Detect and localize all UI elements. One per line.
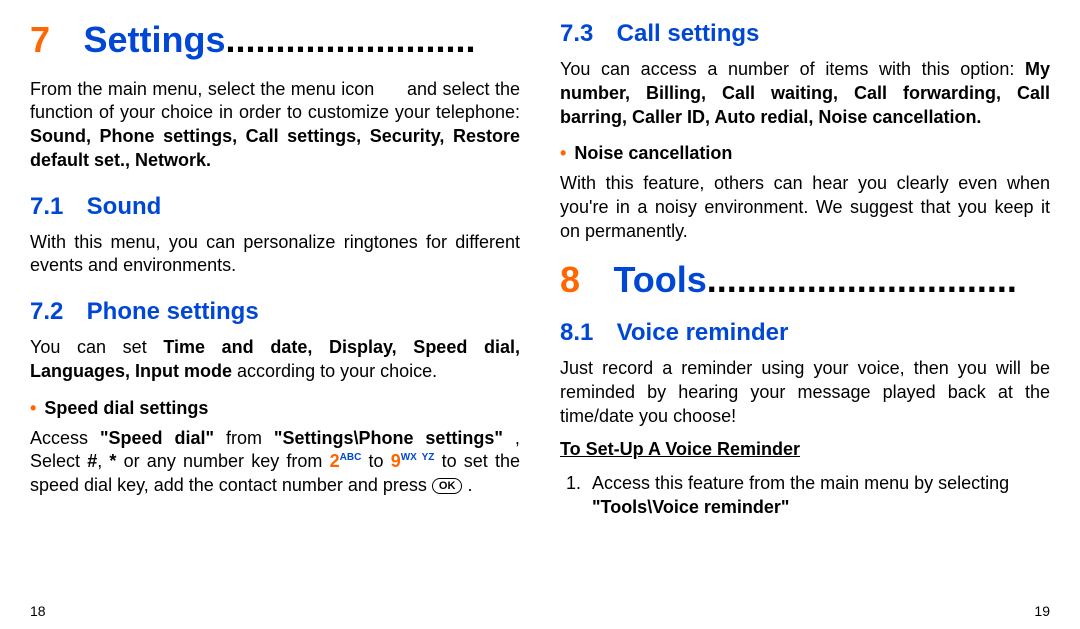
- text: or any number key from: [124, 451, 330, 471]
- ok-button-icon: OK: [432, 478, 463, 494]
- page-number-right: 19: [560, 593, 1050, 619]
- left-page: 7 Settings......................... From…: [30, 20, 520, 619]
- subsection-title: Noise cancellation: [574, 143, 732, 163]
- text-bold: Sound, Phone settings, Call settings, Se…: [30, 126, 520, 170]
- key-2-label: ABC: [340, 452, 362, 463]
- chapter-title-wrap: Tools...............................: [613, 260, 1050, 300]
- section-number: 8.1: [560, 319, 610, 347]
- setup-title: To Set-Up A Voice Reminder: [560, 439, 800, 459]
- section-7-2-heading: 7.2 Phone settings: [30, 298, 520, 326]
- menu-icon: ​: [380, 79, 402, 99]
- section-8-1-body: Just record a reminder using your voice,…: [560, 357, 1050, 428]
- text-bold: "Speed dial": [100, 428, 214, 448]
- chapter-7-intro: From the main menu, select the menu icon…: [30, 78, 520, 173]
- text: Access: [30, 428, 100, 448]
- subsection-speed-dial: • Speed dial settings: [30, 398, 520, 419]
- key-9-label: WX YZ: [401, 452, 435, 463]
- section-number: 7.3: [560, 20, 610, 48]
- chapter-dots: ...............................: [707, 259, 1017, 300]
- section-number: 7.1: [30, 193, 80, 221]
- section-7-2-body: You can set Time and date, Display, Spee…: [30, 336, 520, 384]
- section-7-3-heading: 7.3 Call settings: [560, 20, 1050, 48]
- chapter-number: 8: [560, 260, 613, 300]
- text-bold: "Settings\Phone settings": [274, 428, 503, 448]
- speed-dial-body: Access "Speed dial" from "Settings\Phone…: [30, 427, 520, 498]
- bullet-icon: •: [560, 143, 566, 163]
- text: to: [368, 451, 390, 471]
- text: according to your choice.: [237, 361, 437, 381]
- hash-key-icon: #: [87, 451, 97, 471]
- chapter-dots: .........................: [225, 19, 475, 60]
- chapter-7-heading: 7 Settings.........................: [30, 20, 520, 60]
- text: Access this feature from the main menu b…: [592, 473, 1009, 493]
- section-8-1-heading: 8.1 Voice reminder: [560, 319, 1050, 347]
- setup-heading: To Set-Up A Voice Reminder: [560, 438, 1050, 462]
- key-9-icon: 9: [391, 451, 401, 471]
- section-title: Phone settings: [87, 298, 259, 325]
- section-7-1-body: With this menu, you can personalize ring…: [30, 231, 520, 279]
- section-number: 7.2: [30, 298, 80, 326]
- right-page: 7.3 Call settings You can access a numbe…: [560, 20, 1050, 619]
- page-number-left: 18: [30, 593, 520, 619]
- bullet-icon: •: [30, 398, 36, 418]
- chapter-number: 7: [30, 20, 83, 60]
- section-title: Sound: [87, 193, 162, 220]
- page-spread: 7 Settings......................... From…: [0, 0, 1080, 629]
- subsection-noise-cancellation: • Noise cancellation: [560, 143, 1050, 164]
- subsection-title: Speed dial settings: [44, 398, 208, 418]
- section-7-3-body: You can access a number of items with th…: [560, 58, 1050, 129]
- section-title: Voice reminder: [617, 319, 789, 346]
- chapter-title: Settings: [83, 19, 225, 60]
- chapter-title-wrap: Settings.........................: [83, 20, 520, 60]
- text: You can access a number of items with th…: [560, 59, 1025, 79]
- chapter-title: Tools: [613, 259, 706, 300]
- text: from: [226, 428, 274, 448]
- text: .: [467, 475, 472, 495]
- key-2-icon: 2: [330, 451, 340, 471]
- text-bold: "Tools\Voice reminder": [592, 497, 789, 517]
- setup-step-1: Access this feature from the main menu b…: [586, 472, 1050, 520]
- section-7-1-heading: 7.1 Sound: [30, 193, 520, 221]
- section-title: Call settings: [617, 20, 760, 47]
- text: ,: [97, 451, 109, 471]
- setup-steps-list: Access this feature from the main menu b…: [560, 472, 1050, 520]
- star-key-icon: *: [109, 451, 116, 471]
- noise-body: With this feature, others can hear you c…: [560, 172, 1050, 243]
- chapter-8-heading: 8 Tools...............................: [560, 260, 1050, 300]
- text: From the main menu, select the menu icon: [30, 79, 380, 99]
- text: You can set: [30, 337, 163, 357]
